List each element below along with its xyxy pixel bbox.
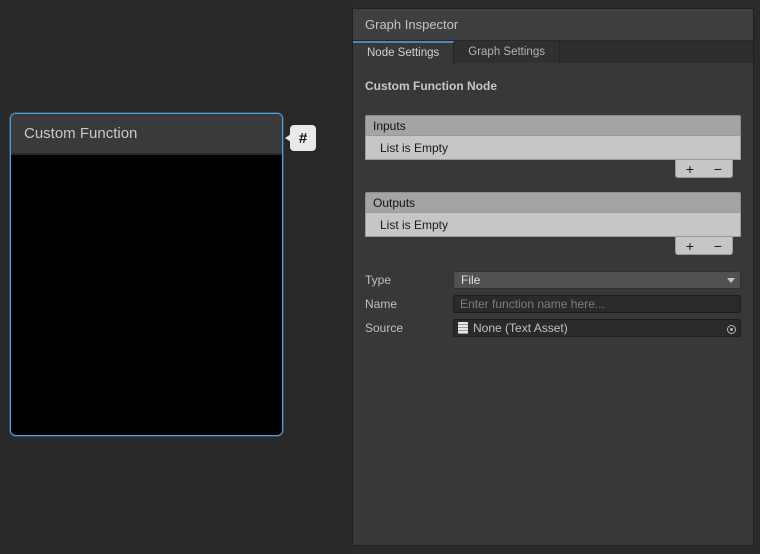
outputs-empty-label: List is Empty: [380, 218, 448, 232]
node-settings-fields: Type File Name Source: [365, 271, 741, 337]
inputs-header-label: Inputs: [373, 119, 406, 133]
inputs-list-header: Inputs: [365, 115, 741, 135]
hash-icon: #: [299, 130, 307, 147]
custom-function-node[interactable]: Custom Function: [10, 113, 283, 436]
graph-canvas[interactable]: Custom Function #: [0, 0, 352, 554]
outputs-list-footer: + −: [675, 237, 733, 255]
hash-badge-button[interactable]: #: [290, 125, 316, 151]
source-field-row: Source None (Text Asset): [365, 319, 741, 337]
object-picker-icon[interactable]: [724, 322, 738, 336]
tab-graph-settings[interactable]: Graph Settings: [454, 41, 560, 63]
inspector-header[interactable]: Graph Inspector: [353, 9, 753, 41]
function-name-input[interactable]: [453, 295, 741, 313]
inputs-add-button[interactable]: +: [677, 161, 703, 177]
tab-node-settings[interactable]: Node Settings: [353, 41, 454, 63]
inputs-remove-button[interactable]: −: [705, 161, 731, 177]
tab-graph-settings-label: Graph Settings: [468, 46, 545, 58]
tab-node-settings-label: Node Settings: [367, 47, 439, 59]
source-label: Source: [365, 321, 453, 335]
outputs-empty-row: List is Empty: [365, 212, 741, 237]
type-dropdown[interactable]: File: [453, 271, 741, 289]
inputs-list-footer: + −: [675, 160, 733, 178]
name-label: Name: [365, 297, 453, 311]
section-heading: Custom Function Node: [365, 79, 741, 93]
object-picker-dot: [730, 328, 733, 331]
source-object-field[interactable]: None (Text Asset): [453, 319, 741, 337]
node-title-bar: Custom Function: [11, 114, 282, 155]
type-label: Type: [365, 273, 453, 287]
source-object-value: None (Text Asset): [473, 321, 568, 335]
text-asset-icon: [458, 322, 468, 334]
inputs-list: Inputs List is Empty + −: [365, 115, 741, 178]
outputs-list-header: Outputs: [365, 192, 741, 212]
inspector-title: Graph Inspector: [365, 17, 458, 32]
chevron-down-icon: [727, 278, 735, 283]
type-field-row: Type File: [365, 271, 741, 289]
name-field-row: Name: [365, 295, 741, 313]
outputs-remove-button[interactable]: −: [705, 238, 731, 254]
node-body: [11, 155, 282, 435]
inspector-content: Custom Function Node Inputs List is Empt…: [353, 63, 753, 337]
inputs-empty-label: List is Empty: [380, 141, 448, 155]
inspector-tab-bar: Node Settings Graph Settings: [353, 41, 753, 63]
object-picker-ring: [727, 325, 736, 334]
outputs-list: Outputs List is Empty + −: [365, 192, 741, 255]
type-dropdown-value: File: [461, 273, 480, 287]
outputs-add-button[interactable]: +: [677, 238, 703, 254]
graph-inspector-panel: Graph Inspector Node Settings Graph Sett…: [352, 8, 754, 546]
inputs-empty-row: List is Empty: [365, 135, 741, 160]
outputs-header-label: Outputs: [373, 196, 415, 210]
node-title: Custom Function: [24, 125, 137, 142]
